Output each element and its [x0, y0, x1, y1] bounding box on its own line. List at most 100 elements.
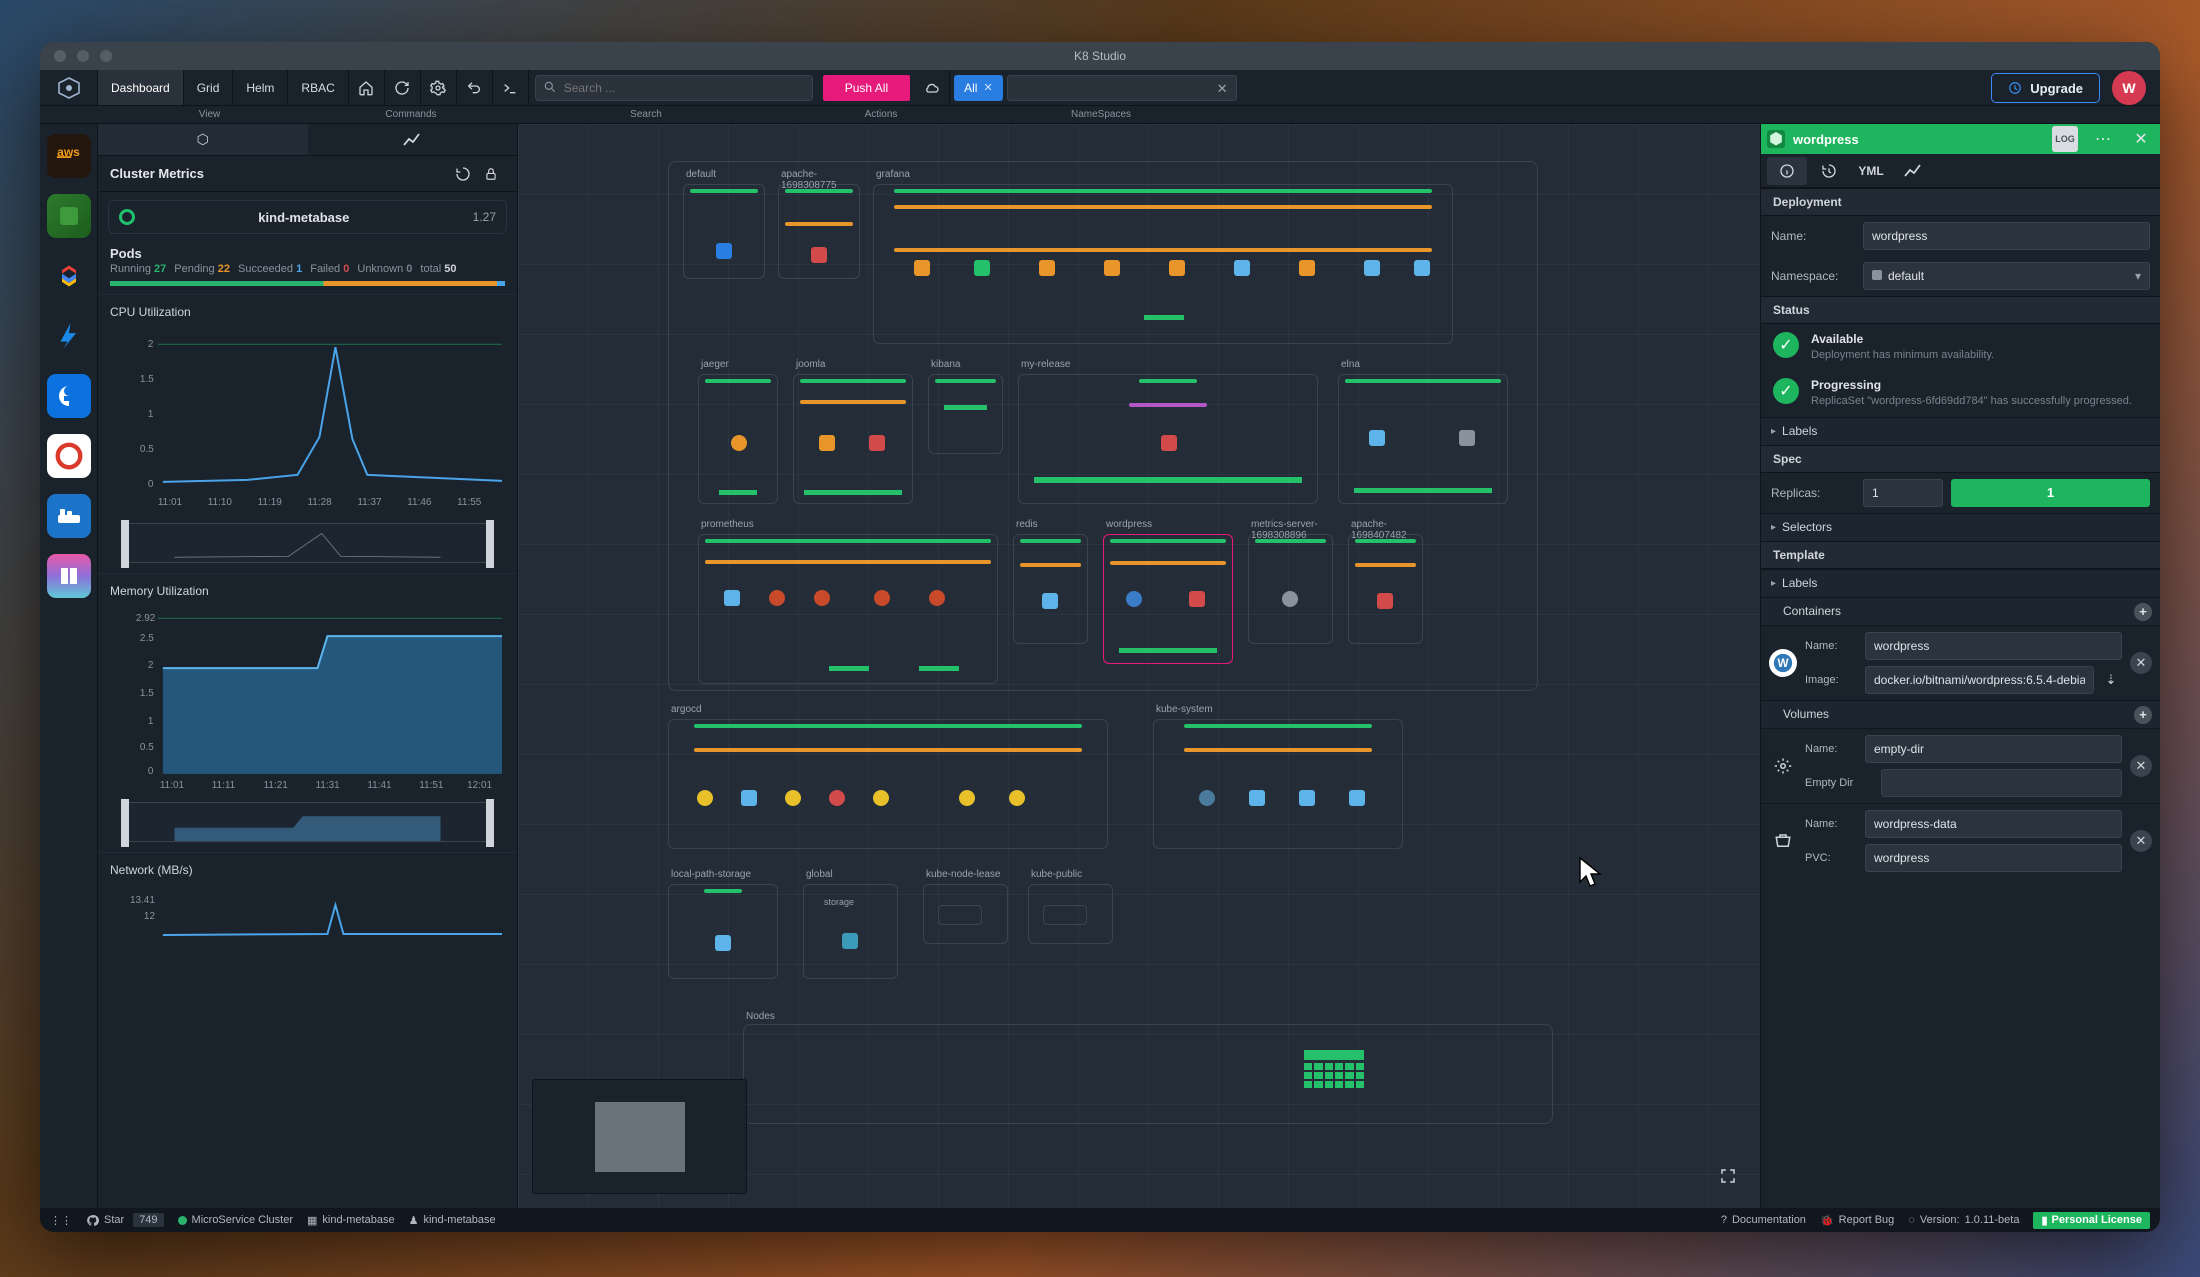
namespace-chip-all[interactable]: All✕ — [954, 75, 1003, 101]
add-container-button[interactable]: + — [2134, 603, 2152, 621]
container-name-input[interactable] — [1865, 632, 2122, 660]
ns-myrelease[interactable]: my-release — [1018, 374, 1318, 504]
ns-grafana[interactable]: grafana — [873, 184, 1453, 344]
volume2-pvc-input[interactable] — [1865, 844, 2122, 872]
mem-brush[interactable] — [124, 802, 491, 842]
home-icon[interactable] — [349, 70, 385, 105]
expand-labels[interactable]: ▸Labels — [1761, 417, 2160, 445]
app-logo[interactable] — [40, 70, 98, 105]
ns-kubepublic[interactable]: kube-public — [1028, 884, 1113, 944]
replicas-input[interactable] — [1863, 479, 1943, 507]
subtab-yml[interactable]: YML — [1851, 157, 1891, 185]
sb-github[interactable]: Star 749 — [86, 1213, 164, 1227]
ns-argocd[interactable]: argocd — [668, 719, 1108, 849]
sb-menu[interactable]: ⋮⋮ — [50, 1214, 72, 1227]
cluster-gcp[interactable] — [47, 254, 91, 298]
maximize-dot[interactable] — [100, 50, 112, 62]
cluster-card[interactable]: kind-metabase 1.27 — [108, 200, 507, 234]
undo-icon[interactable] — [457, 70, 493, 105]
ns-elna[interactable]: elna — [1338, 374, 1508, 504]
sb-bug[interactable]: 🐞 Report Bug — [1820, 1214, 1894, 1227]
cpu-brush[interactable] — [124, 523, 491, 563]
volume1-type-input[interactable] — [1881, 769, 2122, 797]
cluster-item-2[interactable] — [47, 194, 91, 238]
cloud-sync-icon[interactable] — [914, 70, 950, 105]
ns-joomla[interactable]: joomla — [793, 374, 913, 504]
cpu-chart[interactable]: 2 1.5 1 0.5 0 11:0111:1011:1911:2811:371… — [108, 327, 507, 517]
push-all-button[interactable]: Push All — [823, 75, 910, 101]
more-icon[interactable]: ⋯ — [2090, 126, 2116, 152]
ns-apache2[interactable]: apache-1698407482 — [1348, 534, 1423, 644]
metrics-tab-chart[interactable] — [308, 124, 518, 155]
tab-grid[interactable]: Grid — [184, 70, 234, 105]
mem-chart[interactable]: 2.92 2.5 2 1.5 1 0.5 0 11:0111:1111:2111… — [108, 606, 507, 796]
tab-rbac[interactable]: RBAC — [288, 70, 348, 105]
deployment-name-input[interactable] — [1863, 222, 2150, 250]
window-title: K8 Studio — [1074, 49, 1126, 63]
add-volume-button[interactable]: + — [2134, 706, 2152, 724]
user-avatar[interactable]: W — [2112, 71, 2146, 105]
container-image-input[interactable] — [1865, 666, 2094, 694]
cluster-azure[interactable] — [47, 314, 91, 358]
namespace-filter: All✕ ✕ — [954, 70, 1237, 105]
refresh-icon[interactable] — [385, 70, 421, 105]
subtab-history[interactable] — [1809, 157, 1849, 185]
volume1-name-input[interactable] — [1865, 735, 2122, 763]
cluster-openshift[interactable] — [47, 434, 91, 478]
cluster-digitalocean[interactable] — [47, 374, 91, 418]
expand-labels-2[interactable]: ▸Labels — [1761, 569, 2160, 597]
delete-volume2-button[interactable]: ✕ — [2130, 830, 2152, 852]
section-deployment: Deployment — [1761, 188, 2160, 216]
ns-metric-server[interactable]: metrics-server-1698308896 — [1248, 534, 1333, 644]
clear-icon[interactable]: ✕ — [1217, 81, 1228, 97]
ns-localstorage[interactable]: local-path-storage — [668, 884, 778, 979]
ns-redis[interactable]: redis — [1013, 534, 1088, 644]
ns-kubesystem[interactable]: kube-system — [1153, 719, 1403, 849]
expand-selectors[interactable]: ▸Selectors — [1761, 513, 2160, 541]
subtab-metrics[interactable] — [1893, 157, 1933, 185]
ns-default[interactable]: default — [683, 184, 765, 279]
chip-remove-icon[interactable]: ✕ — [983, 81, 992, 94]
namespace-input[interactable]: ✕ — [1007, 75, 1237, 101]
search-input[interactable] — [535, 75, 813, 101]
cluster-aws[interactable]: aws▔▔ — [47, 134, 91, 178]
cluster-docs[interactable] — [47, 554, 91, 598]
lock-icon[interactable] — [477, 160, 505, 188]
minimize-dot[interactable] — [77, 50, 89, 62]
view-tabs: Dashboard Grid Helm RBAC — [98, 70, 349, 105]
minimap[interactable] — [532, 1079, 747, 1194]
ns-wordpress[interactable]: wordpress — [1103, 534, 1233, 664]
cluster-rancher[interactable] — [47, 494, 91, 538]
ns-prometheus[interactable]: prometheus — [698, 534, 998, 684]
ns-kibana[interactable]: kibana — [928, 374, 1003, 454]
ns-jaeger[interactable]: jaeger — [698, 374, 778, 504]
volume2-name-input[interactable] — [1865, 810, 2122, 838]
subtab-info[interactable] — [1767, 157, 1807, 185]
close-dot[interactable] — [54, 50, 66, 62]
sb-cluster[interactable]: MicroService Cluster — [178, 1214, 293, 1226]
metrics-tab-hex[interactable]: ⬡ — [98, 124, 308, 155]
sb-context-2[interactable]: ♟ kind-metabase — [409, 1214, 496, 1227]
upgrade-button[interactable]: Upgrade — [1991, 73, 2100, 103]
sb-docs[interactable]: ? Documentation — [1721, 1214, 1806, 1226]
namespace-select[interactable]: default▾ — [1863, 262, 2150, 290]
delete-container-button[interactable]: ✕ — [2130, 652, 2152, 674]
sb-context-1[interactable]: ▦ kind-metabase — [307, 1214, 395, 1227]
gear-icon[interactable] — [421, 70, 457, 105]
ns-global[interactable]: globalstorage — [803, 884, 898, 979]
ns-apache[interactable]: apache-1698308775 — [778, 184, 860, 279]
delete-volume1-button[interactable]: ✕ — [2130, 755, 2152, 777]
tab-helm[interactable]: Helm — [233, 70, 288, 105]
reset-icon[interactable] — [449, 160, 477, 188]
terminal-icon[interactable] — [493, 70, 529, 105]
svg-text:11:28: 11:28 — [308, 497, 333, 508]
fullscreen-icon[interactable] — [1714, 1162, 1742, 1190]
image-pull-icon[interactable]: ⇣ — [2100, 669, 2122, 691]
topology-canvas[interactable]: default apache-1698308775 grafana jaeger… — [518, 124, 1760, 1208]
sb-license[interactable]: ▮ Personal License — [2033, 1212, 2150, 1229]
close-icon[interactable]: ✕ — [2128, 126, 2154, 152]
tab-dashboard[interactable]: Dashboard — [98, 70, 184, 105]
net-chart[interactable]: 13.4112 — [108, 885, 507, 945]
logs-button[interactable]: LOG — [2052, 126, 2078, 152]
ns-kubenodelease[interactable]: kube-node-lease — [923, 884, 1008, 944]
